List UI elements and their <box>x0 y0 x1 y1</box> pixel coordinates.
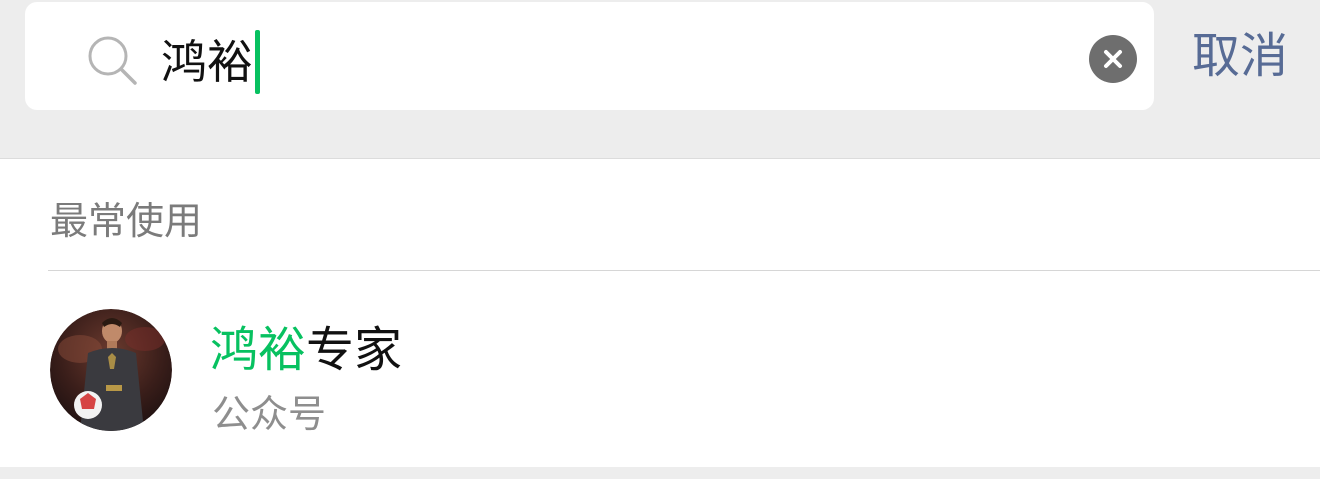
search-results: 最常使用 鸿裕专家 公众号 <box>0 158 1320 467</box>
result-title-rest: 专家 <box>306 322 403 378</box>
search-bar: 鸿裕 取消 <box>0 0 1320 157</box>
cancel-button[interactable]: 取消 <box>1192 26 1288 86</box>
result-subtitle: 公众号 <box>212 392 327 436</box>
clear-icon[interactable] <box>1089 35 1137 83</box>
result-title-highlight: 鸿裕 <box>210 322 307 378</box>
text-caret <box>255 30 260 94</box>
list-item[interactable]: 鸿裕专家 公众号 <box>0 271 1320 468</box>
search-box[interactable]: 鸿裕 <box>25 2 1154 110</box>
avatar <box>50 309 172 431</box>
search-icon <box>88 36 137 85</box>
result-title: 鸿裕专家 <box>210 321 402 379</box>
search-input[interactable]: 鸿裕 <box>161 30 260 94</box>
search-query-text: 鸿裕 <box>161 35 253 89</box>
section-title: 最常使用 <box>50 199 203 243</box>
